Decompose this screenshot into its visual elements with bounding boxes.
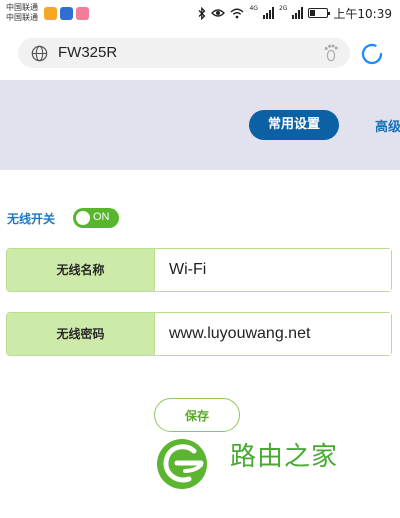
tab-advanced-settings[interactable]: 高级 [375, 116, 400, 135]
browser-address-row: FW325R [0, 32, 400, 76]
settings-header: 常用设置 高级 [0, 80, 400, 170]
notification-icons [44, 7, 89, 20]
toggle-state: ON [93, 211, 110, 223]
battery-icon [308, 8, 331, 18]
status-bar: 中国联通 中国联通 4G 2G 上午10:39 [0, 0, 400, 30]
system-status: 4G 2G 上午10:39 [198, 5, 392, 21]
watermark-text: 路由之家 [230, 442, 339, 472]
save-button[interactable]: 保存 [154, 398, 240, 432]
url-text[interactable]: FW325R [58, 44, 117, 61]
weibo-icon [44, 7, 57, 20]
network-type-4g: 4G [249, 5, 258, 12]
tab-common-settings[interactable]: 常用设置 [249, 110, 339, 140]
wireless-switch-label: 无线开关 [7, 212, 56, 226]
wireless-password-label: 无线密码 [7, 313, 154, 355]
wireless-name-input[interactable] [154, 249, 391, 291]
wireless-password-row: 无线密码 [6, 312, 392, 356]
cell-signal-2-icon [292, 7, 304, 19]
cell-signal-icon [262, 7, 274, 19]
carrier-name-2: 中国联通 [6, 13, 38, 22]
wifi-signal-icon [230, 8, 244, 18]
network-type-2g: 2G [278, 5, 288, 12]
router-home-logo-icon [157, 439, 207, 489]
url-bar[interactable]: FW325R [18, 38, 350, 68]
bluetooth-icon [199, 6, 206, 20]
news-app-icon [60, 7, 73, 20]
footprint-icon[interactable] [322, 43, 340, 63]
toggle-knob [76, 211, 90, 225]
eye-comfort-icon [211, 9, 226, 17]
wireless-name-label: 无线名称 [7, 249, 154, 291]
clock: 上午10:39 [333, 6, 392, 21]
carrier-info: 中国联通 中国联通 [6, 3, 38, 23]
wireless-switch-toggle[interactable]: ON [73, 208, 119, 228]
wireless-name-row: 无线名称 [6, 248, 392, 292]
globe-icon [31, 45, 48, 62]
refresh-icon[interactable] [360, 42, 384, 66]
carrier-name-1: 中国联通 [6, 3, 38, 12]
photo-app-icon [76, 7, 89, 20]
wireless-password-input[interactable] [154, 313, 391, 355]
